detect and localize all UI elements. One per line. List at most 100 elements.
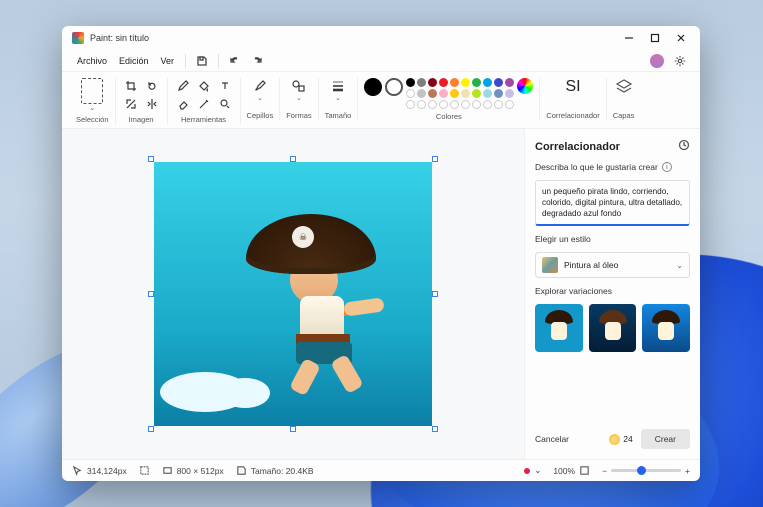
handle-bm[interactable] [290,426,296,432]
swatch[interactable] [428,100,437,109]
variation-2[interactable] [589,304,637,352]
resize-tool[interactable] [122,96,140,112]
canvas[interactable]: ☠ [154,162,432,426]
settings-button[interactable] [670,52,690,70]
swatch[interactable] [406,100,415,109]
cancel-link[interactable]: Cancelar [535,434,569,444]
zoom-out[interactable]: − [602,466,607,476]
swatch[interactable] [505,78,514,87]
swatch[interactable] [406,78,415,87]
file-size: Tamaño: 20.4KB [236,465,314,476]
flip-tool[interactable] [143,96,161,112]
swatch[interactable] [483,89,492,98]
swatch[interactable] [450,100,459,109]
swatch[interactable] [461,78,470,87]
user-avatar[interactable] [650,54,664,68]
handle-br[interactable] [432,426,438,432]
color-wheel[interactable] [517,78,533,94]
swatch[interactable] [439,78,448,87]
ribbon: ⌄ Selección Imagen [62,72,700,129]
magnify-tool[interactable] [216,96,234,112]
handle-bl[interactable] [148,426,154,432]
info-icon[interactable]: i [662,162,672,172]
brush-picker[interactable]: ⌄ [252,78,268,102]
select-tool[interactable]: ⌄ [81,78,103,112]
selection-frame[interactable]: ☠ [148,156,438,432]
swatch[interactable] [450,78,459,87]
swatch[interactable] [450,89,459,98]
swatch[interactable] [494,89,503,98]
group-layers: Capas [607,78,641,120]
menu-edit[interactable]: Edición [114,54,154,68]
eraser-tool[interactable] [174,96,192,112]
swatch[interactable] [417,78,426,87]
swatch[interactable] [483,100,492,109]
undo-button[interactable] [225,52,245,70]
layers-button[interactable] [615,78,633,96]
zoom-in[interactable]: + [685,466,690,476]
handle-mr[interactable] [432,291,438,297]
shapes-picker[interactable]: ⌄ [291,78,307,102]
canvas-area[interactable]: ☠ [62,129,524,459]
text-tool[interactable] [216,78,234,94]
swatch[interactable] [505,100,514,109]
prompt-input[interactable]: un pequeño pirata lindo, corriendo, colo… [535,180,690,226]
handle-tl[interactable] [148,156,154,162]
handle-tr[interactable] [432,156,438,162]
disk-icon [236,465,247,476]
handle-ml[interactable] [148,291,154,297]
group-size: ⌄ Tamaño [319,78,359,120]
menu-view[interactable]: Ver [156,54,180,68]
swatch[interactable] [461,100,470,109]
swatch[interactable] [494,78,503,87]
swatch[interactable] [439,89,448,98]
selection-size [139,465,150,476]
swatch[interactable] [417,89,426,98]
group-shapes: ⌄ Formas [280,78,318,120]
picker-tool[interactable] [195,96,213,112]
variation-3[interactable] [642,304,690,352]
redo-button[interactable] [247,52,267,70]
fill-tool[interactable] [195,78,213,94]
swatch[interactable] [428,89,437,98]
fit-icon[interactable] [579,465,590,476]
style-selector[interactable]: Pintura al óleo ⌄ [535,252,690,278]
coin-icon [609,434,620,445]
palette-swatches [406,78,514,109]
swatch[interactable] [472,78,481,87]
app-icon [72,32,84,44]
minimize-button[interactable] [616,28,642,48]
swatch[interactable] [472,100,481,109]
swatch[interactable] [472,89,481,98]
size-picker[interactable]: ⌄ [330,78,346,102]
maximize-button[interactable] [642,28,668,48]
handle-tm[interactable] [290,156,296,162]
swatch[interactable] [439,100,448,109]
swatch[interactable] [417,100,426,109]
crop-tool[interactable] [122,78,140,94]
swatch[interactable] [461,89,470,98]
rotate-tool[interactable] [143,78,161,94]
swatch[interactable] [406,89,415,98]
cocreator-button[interactable]: SI [565,78,580,96]
color-background[interactable] [385,78,403,96]
swatch[interactable] [428,78,437,87]
group-image: Imagen [116,78,168,124]
status-bar: 314,124px 800 × 512px Tamaño: 20.4KB ⌄ 1… [62,459,700,481]
menu-file[interactable]: Archivo [72,54,112,68]
variation-1[interactable] [535,304,583,352]
history-icon[interactable] [678,139,690,154]
cursor-icon [72,465,83,476]
create-button[interactable]: Crear [641,429,690,449]
zoom-level[interactable]: 100% [553,465,590,476]
group-cocreator: SI Correlacionador [540,78,606,120]
swatch[interactable] [505,89,514,98]
pencil-tool[interactable] [174,78,192,94]
swatch[interactable] [483,78,492,87]
swatch[interactable] [494,100,503,109]
save-button[interactable] [192,52,212,70]
zoom-controls[interactable]: − + [602,466,690,476]
close-button[interactable] [668,28,694,48]
zoom-slider[interactable] [611,469,681,472]
color-foreground[interactable] [364,78,382,96]
